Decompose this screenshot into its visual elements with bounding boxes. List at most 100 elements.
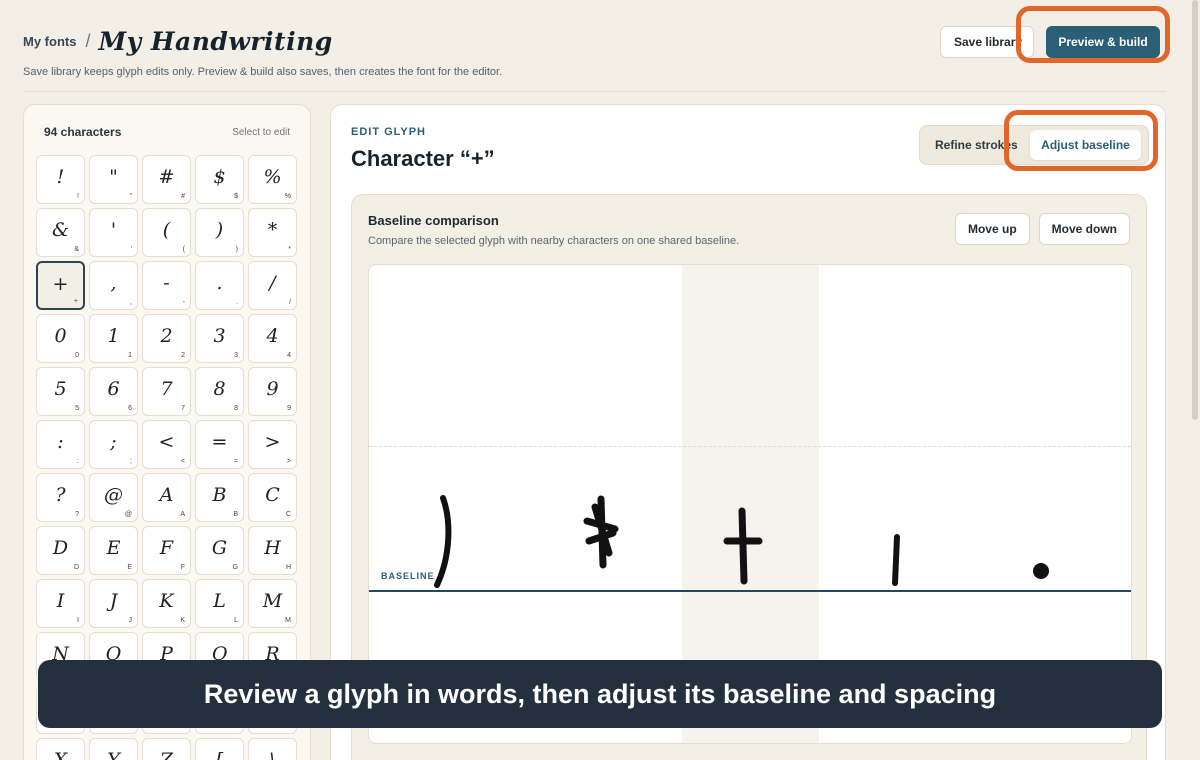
character-cell[interactable]: ..	[195, 261, 244, 310]
character-cell[interactable]: ZZ	[142, 738, 191, 760]
character-glyph: X	[53, 749, 68, 760]
character-glyph: :	[57, 431, 64, 453]
character-cell[interactable]: & &	[36, 208, 85, 257]
character-cell[interactable]: --	[142, 261, 191, 310]
tutorial-caption: Review a glyph in words, then adjust its…	[38, 660, 1162, 728]
character-cell[interactable]: [[	[195, 738, 244, 760]
character-cell[interactable]: FF	[142, 526, 191, 575]
character-cell[interactable]: 88	[195, 367, 244, 416]
character-cell[interactable]: < <	[142, 420, 191, 469]
character-cell[interactable]: ,,	[89, 261, 138, 310]
character-glyph: A	[159, 484, 174, 506]
character-glyph: 2	[160, 325, 173, 347]
character-cell[interactable]: DD	[36, 526, 85, 575]
character-key: 2	[181, 352, 185, 359]
character-glyph: 1	[107, 325, 120, 347]
character-cell[interactable]: @ @	[89, 473, 138, 522]
character-glyph: !	[56, 166, 65, 188]
character-cell[interactable]: 00	[36, 314, 85, 363]
character-key: $	[234, 193, 238, 200]
character-glyph: @	[104, 484, 123, 506]
character-cell[interactable]: YY	[89, 738, 138, 760]
character-key: 3	[234, 352, 238, 359]
character-glyph: [	[215, 749, 224, 760]
character-cell[interactable]: * *	[248, 208, 297, 257]
character-glyph: Y	[107, 749, 120, 760]
editor-mode-tabs: Refine strokes Adjust baseline	[919, 125, 1149, 165]
character-cell[interactable]: BB	[195, 473, 244, 522]
character-glyph: #	[158, 166, 175, 188]
character-key: I	[77, 617, 79, 624]
glyph-period	[1033, 563, 1049, 579]
tab-adjust-baseline[interactable]: Adjust baseline	[1030, 130, 1141, 160]
character-key: A	[180, 511, 185, 518]
character-cell[interactable]: EE	[89, 526, 138, 575]
character-cell[interactable]: " "	[89, 155, 138, 204]
character-cell[interactable]: 66	[89, 367, 138, 416]
character-cell[interactable]: ((	[142, 208, 191, 257]
character-key: '	[130, 246, 132, 253]
save-library-button[interactable]: Save library	[940, 26, 1034, 58]
character-cell[interactable]: !!	[36, 155, 85, 204]
tab-refine-strokes[interactable]: Refine strokes	[935, 138, 1017, 152]
breadcrumb-my-fonts[interactable]: My fonts	[23, 34, 76, 49]
character-cell[interactable]: GG	[195, 526, 244, 575]
character-cell[interactable]: 55	[36, 367, 85, 416]
character-key: 7	[181, 405, 185, 412]
character-cell[interactable]: = =	[195, 420, 244, 469]
character-glyph: J	[109, 590, 118, 612]
character-key: C	[285, 511, 291, 518]
character-key: @	[124, 511, 132, 518]
character-cell[interactable]: + +	[36, 261, 85, 310]
character-cell[interactable]: %%	[248, 155, 297, 204]
character-glyph: 7	[160, 378, 173, 400]
character-glyph: 0	[54, 325, 67, 347]
character-cell[interactable]: ::	[36, 420, 85, 469]
character-key: !	[77, 193, 79, 200]
character-key: G	[232, 564, 238, 571]
character-cell[interactable]: 22	[142, 314, 191, 363]
character-cell[interactable]: ;;	[89, 420, 138, 469]
character-glyph: 4	[266, 325, 279, 347]
baseline-line[interactable]	[369, 590, 1131, 592]
preview-build-button[interactable]: Preview & build	[1046, 26, 1160, 58]
character-cell[interactable]: MM	[248, 579, 297, 628]
character-key: #	[181, 193, 185, 200]
character-key: ;	[130, 458, 132, 465]
character-cell[interactable]: JJ	[89, 579, 138, 628]
character-cell[interactable]: AA	[142, 473, 191, 522]
character-key: :	[77, 458, 79, 465]
character-cell[interactable]: XX	[36, 738, 85, 760]
character-glyph: .	[216, 272, 223, 294]
character-cell[interactable]: ' '	[89, 208, 138, 257]
character-key: ,	[130, 299, 132, 306]
character-cell[interactable]: 44	[248, 314, 297, 363]
character-cell[interactable]: 99	[248, 367, 297, 416]
baseline-label: BASELINE	[381, 571, 435, 581]
character-key: >	[286, 458, 291, 465]
character-glyph: M	[262, 590, 283, 612]
character-key: ?	[75, 511, 79, 518]
move-up-button[interactable]: Move up	[954, 213, 1030, 245]
character-cell[interactable]: II	[36, 579, 85, 628]
character-cell[interactable]: \\	[248, 738, 297, 760]
character-cell[interactable]: HH	[248, 526, 297, 575]
character-cell[interactable]: 77	[142, 367, 191, 416]
character-glyph: L	[213, 590, 226, 612]
character-cell[interactable]: / /	[248, 261, 297, 310]
character-cell[interactable]: ))	[195, 208, 244, 257]
character-cell[interactable]: $ $	[195, 155, 244, 204]
character-cell[interactable]: 33	[195, 314, 244, 363]
character-cell[interactable]: CC	[248, 473, 297, 522]
character-cell[interactable]: ??	[36, 473, 85, 522]
character-glyph: -	[163, 272, 170, 294]
character-cell[interactable]: 11	[89, 314, 138, 363]
character-key: 5	[75, 405, 79, 412]
page-scrollbar[interactable]	[1192, 0, 1198, 420]
character-cell[interactable]: # #	[142, 155, 191, 204]
character-cell[interactable]: > >	[248, 420, 297, 469]
character-glyph: ;	[110, 431, 117, 453]
move-down-button[interactable]: Move down	[1038, 213, 1130, 245]
character-cell[interactable]: LL	[195, 579, 244, 628]
character-cell[interactable]: KK	[142, 579, 191, 628]
